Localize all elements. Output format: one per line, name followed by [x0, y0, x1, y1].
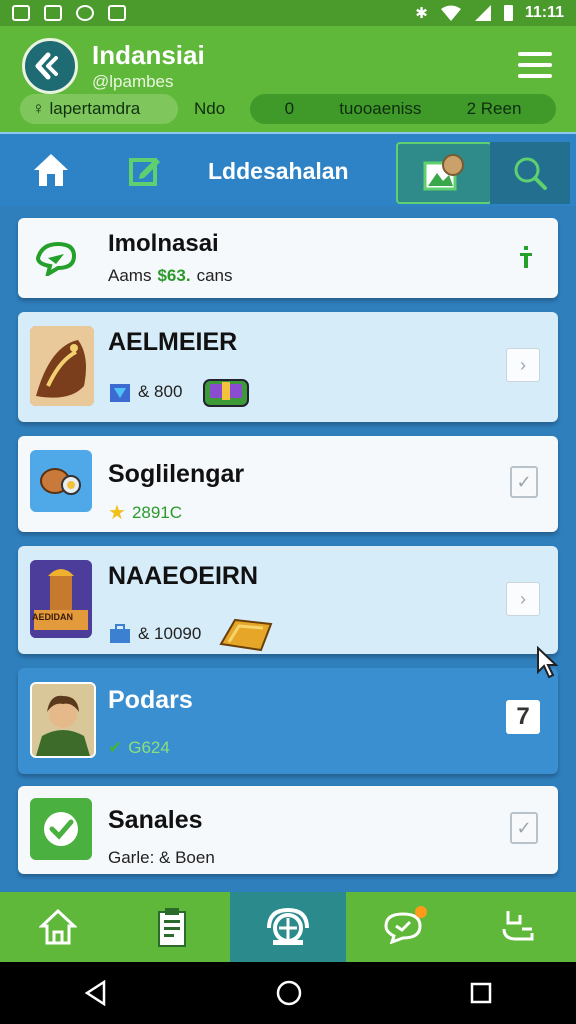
- person-avatar-icon: [32, 684, 94, 756]
- mouse-cursor-icon: [537, 646, 559, 679]
- item-subtitle: Aams $63. cans: [108, 266, 232, 286]
- gallery-icon: [423, 154, 464, 191]
- tab-home-icon: [38, 908, 77, 945]
- list-item[interactable]: Imolnasai Aams $63. cans: [18, 218, 558, 298]
- edit-icon[interactable]: [128, 154, 162, 188]
- thumb-label: AEDIDAN: [32, 612, 74, 622]
- bluetooth-icon: ✱: [415, 5, 428, 22]
- menu-icon[interactable]: [518, 52, 552, 78]
- bottom-nav: [0, 892, 576, 962]
- item-title: NAAEOEIRN: [108, 562, 259, 590]
- item-thumbnail: [30, 326, 94, 406]
- status-bar: ✱ 11:11: [0, 0, 576, 26]
- nav-bar: Lddesahalan: [0, 132, 576, 206]
- sys-back-icon[interactable]: [84, 980, 108, 1006]
- tower-image-icon: [30, 560, 92, 638]
- check-circle-icon: [44, 812, 78, 846]
- item-thumbnail: [30, 450, 92, 512]
- item-title: AELMEIER: [108, 328, 238, 356]
- item-sub-value: $63.: [157, 266, 191, 285]
- app-handle: @lpambes: [92, 72, 174, 91]
- item-title: Imolnasai: [108, 230, 219, 257]
- briefcase-icon: [110, 624, 130, 643]
- item-sub-value: & 10090: [138, 624, 202, 643]
- stats-count: 0: [284, 99, 295, 118]
- list-item[interactable]: AELMEIER & 800 ›: [18, 312, 558, 422]
- item-subtitle: ✔ G624: [108, 738, 170, 758]
- checkbox-icon[interactable]: ✓: [510, 812, 538, 844]
- item-title: Podars: [108, 686, 193, 714]
- gold-bar-icon: [219, 618, 273, 652]
- home-icon[interactable]: [32, 152, 70, 188]
- back-button[interactable]: [22, 38, 78, 94]
- item-sub-value: G624: [128, 738, 170, 757]
- app-title: Indansiai: [92, 40, 205, 70]
- stats-label: tuooaeniss: [339, 99, 422, 118]
- item-sub-prefix: Aams: [108, 266, 152, 285]
- treasure-chest-icon: [203, 379, 250, 407]
- image-icon: [108, 5, 126, 21]
- chevron-right-icon[interactable]: ›: [506, 582, 540, 616]
- search-button[interactable]: [490, 142, 570, 204]
- system-nav-bar: [0, 962, 576, 1024]
- tab-globe-icon: [267, 907, 309, 945]
- status-time: 11:11: [524, 4, 564, 21]
- item-sub-suffix: cans: [196, 266, 233, 285]
- wifi-icon: [440, 5, 461, 21]
- checkbox-icon[interactable]: ✓: [510, 466, 538, 498]
- item-thumbnail: [30, 682, 96, 758]
- gallery-button[interactable]: [396, 142, 492, 204]
- item-title: Soglilengar: [108, 460, 245, 488]
- item-sub-value: & 800: [138, 382, 183, 401]
- notification-icon: [12, 5, 30, 21]
- battery-icon: [503, 5, 513, 21]
- item-thumbnail: AEDIDAN: [30, 560, 92, 638]
- dragon-image-icon: [30, 326, 94, 406]
- item-subtitle: ★ 2891C: [108, 500, 182, 525]
- signal-icon: [474, 5, 491, 21]
- item-subtitle: Garle: & Boen: [108, 848, 215, 867]
- tab-globe[interactable]: [230, 892, 346, 962]
- app-header: Indansiai @lpambes ♀ lapertamdra Ndo 0 t…: [0, 26, 576, 132]
- tab-list-icon: [157, 908, 186, 947]
- list-item[interactable]: Podars ✔ G624 7: [18, 668, 558, 774]
- item-sub-value: 2891C: [131, 502, 183, 522]
- back-arrow-icon: [35, 52, 58, 80]
- nav-title: Lddesahalan: [208, 158, 349, 184]
- list-item[interactable]: Soglilengar ★ 2891C ✓: [18, 436, 558, 532]
- chat-bubble-icon: [35, 241, 77, 276]
- info-icon[interactable]: [520, 244, 532, 270]
- list-item[interactable]: Sanales Garle: & Boen ✓: [18, 786, 558, 874]
- message-icon: [44, 5, 62, 21]
- user-chip[interactable]: ♀ lapertamdra: [20, 94, 178, 124]
- notification-icons: [12, 5, 126, 21]
- sys-home-icon[interactable]: [276, 980, 302, 1006]
- stats-extra: 2 Reen: [466, 99, 522, 118]
- tab-chat[interactable]: [346, 892, 461, 962]
- tab-home[interactable]: [0, 892, 115, 962]
- item-subtitle: & 800: [108, 374, 250, 410]
- coins-icon: [40, 468, 81, 495]
- search-icon: [514, 157, 547, 190]
- tab-profile[interactable]: [461, 892, 576, 962]
- chevron-right-icon[interactable]: ›: [506, 348, 540, 382]
- item-thumbnail: [30, 798, 92, 860]
- notification-badge: [414, 906, 427, 918]
- check-mark-icon: ✔: [108, 738, 123, 757]
- tab-profile-icon: [502, 911, 534, 941]
- tab-list[interactable]: [115, 892, 230, 962]
- item-title: Sanales: [108, 806, 203, 834]
- circle-app-icon: [76, 5, 94, 21]
- gem-box-icon: [110, 384, 130, 402]
- list-item[interactable]: AEDIDAN NAAEOEIRN & 10090 ›: [18, 546, 558, 654]
- mode-label[interactable]: Ndo: [192, 94, 227, 124]
- count-box[interactable]: 7: [506, 700, 540, 734]
- item-subtitle: & 10090: [108, 614, 275, 654]
- sys-recents-icon[interactable]: [470, 982, 492, 1004]
- stats-chip[interactable]: 0 tuooaeniss 2 Reen: [250, 94, 556, 124]
- star-icon: ★: [108, 502, 126, 524]
